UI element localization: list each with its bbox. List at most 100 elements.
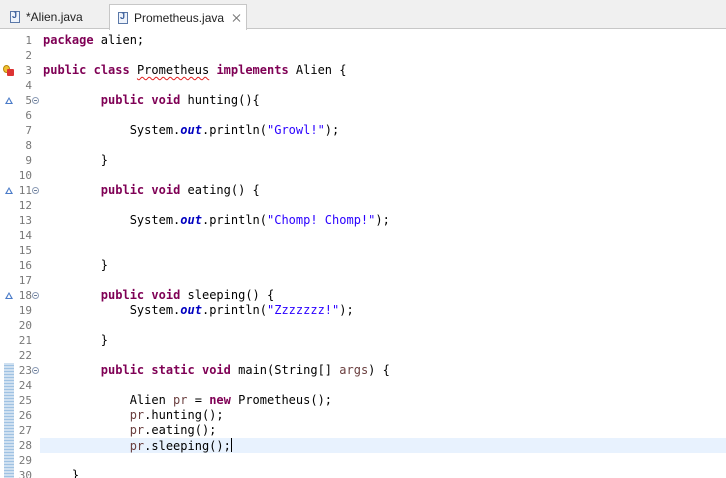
code-line[interactable]: 17 — [0, 273, 726, 288]
code-token: } — [43, 333, 109, 347]
code-token: ); — [324, 123, 340, 137]
code-token: sleeping() { — [180, 288, 275, 302]
tab-prometheus-java[interactable]: Prometheus.java — [109, 4, 247, 30]
code-line[interactable]: 28 pr.sleeping(); — [0, 438, 726, 453]
code-token: .eating(); — [144, 423, 217, 437]
line-number: 12 — [18, 199, 32, 212]
code-line[interactable]: 1 package alien; — [0, 33, 726, 48]
code-line[interactable]: 8 — [0, 138, 726, 153]
code-line[interactable]: 5 public void hunting(){ — [0, 93, 726, 108]
code-token: alien; — [93, 33, 145, 47]
code-token: pr — [173, 393, 188, 407]
code-line[interactable]: 13 System.out.println("Chomp! Chomp!"); — [0, 213, 726, 228]
code-text: public void hunting(){ — [43, 93, 260, 108]
line-number: 11 — [18, 184, 32, 197]
code-line[interactable]: 12 — [0, 198, 726, 213]
code-line[interactable]: 30 } — [0, 468, 726, 478]
line-gutter: 7 — [0, 123, 40, 138]
code-token: implements — [216, 63, 289, 77]
line-number: 27 — [18, 424, 32, 437]
code-line[interactable]: 23 public static void main(String[] args… — [0, 363, 726, 378]
line-gutter: 10 — [0, 168, 40, 183]
code-token: out — [180, 213, 202, 227]
code-line[interactable]: 9 } — [0, 153, 726, 168]
code-line[interactable]: 10 — [0, 168, 726, 183]
line-number: 20 — [18, 319, 32, 332]
code-token: static — [151, 363, 195, 377]
code-token: Prometheus(); — [230, 393, 333, 407]
code-token: new — [209, 393, 231, 407]
code-editor[interactable]: 1 package alien; 2 3 public class Prometheus… — [0, 29, 726, 478]
line-gutter: 19 — [0, 303, 40, 318]
code-line[interactable]: 29 — [0, 453, 726, 468]
line-number: 10 — [18, 169, 32, 182]
fold-toggle-icon[interactable] — [32, 367, 39, 374]
code-line[interactable]: 16 } — [0, 258, 726, 273]
code-token: pr — [129, 423, 145, 437]
code-text: Alien pr = new Prometheus(); — [43, 393, 332, 408]
code-token: pr — [129, 408, 145, 422]
fold-toggle-icon[interactable] — [32, 97, 39, 104]
code-token: void — [151, 288, 181, 302]
code-token: eating() { — [180, 183, 260, 197]
line-gutter: 13 — [0, 213, 40, 228]
line-gutter: 15 — [0, 243, 40, 258]
code-line[interactable]: 24 — [0, 378, 726, 393]
code-line[interactable]: 21 } — [0, 333, 726, 348]
line-gutter: 23 — [0, 363, 40, 378]
code-token: .hunting(); — [144, 408, 224, 422]
code-line[interactable]: 18 public void sleeping() { — [0, 288, 726, 303]
line-number: 28 — [18, 439, 32, 452]
code-line[interactable]: 3 public class Prometheus implements Alie… — [0, 63, 726, 78]
code-line[interactable]: 26 pr.hunting(); — [0, 408, 726, 423]
code-text: public void sleeping() { — [43, 288, 274, 303]
line-gutter: 18 — [0, 288, 40, 303]
range-indicator — [4, 423, 14, 438]
line-number: 3 — [25, 64, 32, 77]
line-number: 7 — [25, 124, 32, 137]
range-indicator — [4, 378, 14, 393]
code-token: System. — [43, 213, 181, 227]
range-indicator — [4, 468, 14, 478]
code-line[interactable]: 4 — [0, 78, 726, 93]
line-number: 5 — [25, 94, 32, 107]
code-token: .println( — [201, 123, 267, 137]
quickfix-error-icon[interactable] — [3, 65, 14, 76]
code-line[interactable]: 27 pr.eating(); — [0, 423, 726, 438]
code-token: } — [43, 153, 109, 167]
code-token: hunting(){ — [180, 93, 260, 107]
code-line[interactable]: 6 — [0, 108, 726, 123]
override-marker-icon[interactable] — [5, 187, 13, 194]
code-token: public — [100, 183, 145, 197]
java-file-icon — [10, 10, 20, 23]
code-line[interactable]: 7 System.out.println("Growl!"); — [0, 123, 726, 138]
fold-toggle-icon[interactable] — [32, 292, 39, 299]
code-text: pr.sleeping(); — [43, 438, 232, 454]
fold-toggle-icon[interactable] — [32, 187, 39, 194]
line-number: 25 — [18, 394, 32, 407]
close-tab-icon[interactable] — [231, 12, 243, 24]
code-line[interactable]: 2 — [0, 48, 726, 63]
code-line[interactable]: 22 — [0, 348, 726, 363]
code-line[interactable]: 19 System.out.println("Zzzzzzz!"); — [0, 303, 726, 318]
java-file-icon — [118, 11, 128, 24]
line-gutter: 5 — [0, 93, 40, 108]
override-marker-icon[interactable] — [5, 292, 13, 299]
tab-alien-java[interactable]: *Alien.java — [2, 4, 108, 29]
override-marker-icon[interactable] — [5, 97, 13, 104]
line-gutter: 2 — [0, 48, 40, 63]
code-line[interactable]: 14 — [0, 228, 726, 243]
code-token: "Zzzzzzz!" — [267, 303, 340, 317]
line-number: 9 — [25, 154, 32, 167]
range-indicator — [4, 453, 14, 468]
code-line[interactable]: 11 public void eating() { — [0, 183, 726, 198]
code-text: } — [43, 333, 108, 348]
code-token: void — [201, 363, 231, 377]
line-gutter: 9 — [0, 153, 40, 168]
code-line[interactable]: 25 Alien pr = new Prometheus(); — [0, 393, 726, 408]
code-line[interactable]: 15 — [0, 243, 726, 258]
code-line[interactable]: 20 — [0, 318, 726, 333]
